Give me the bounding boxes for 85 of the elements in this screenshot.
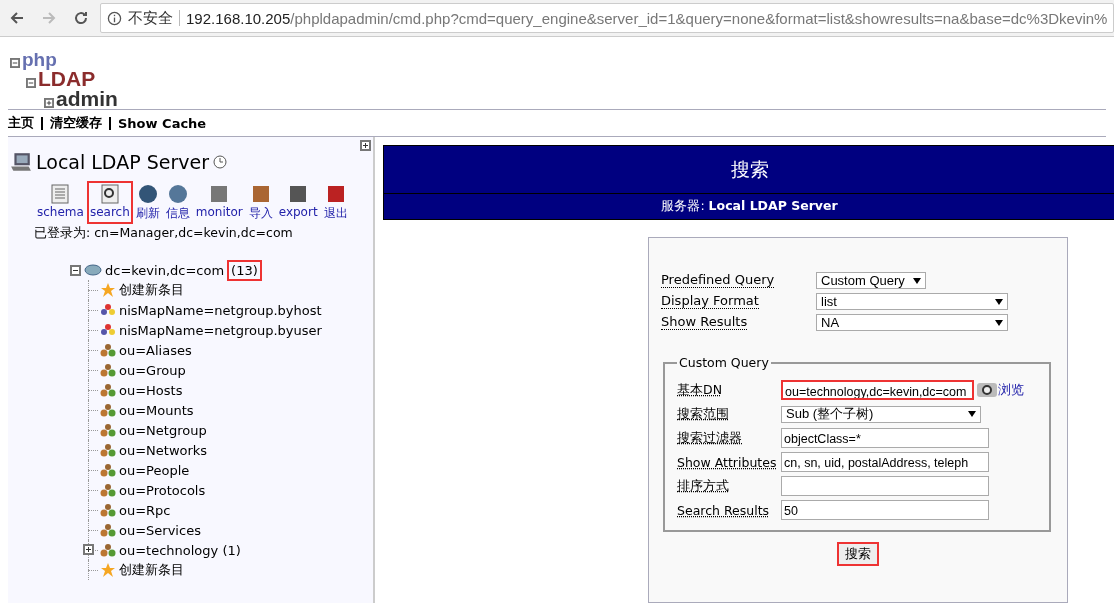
people-icon <box>100 422 116 438</box>
toolbar-button[interactable]: monitor <box>192 181 246 224</box>
field-label: Search Results <box>677 502 771 518</box>
tree-item[interactable]: ou=Netgroup <box>119 422 207 438</box>
caret-icon <box>968 410 976 418</box>
people-icon <box>100 462 116 478</box>
globe-icon <box>84 263 102 277</box>
people-icon <box>100 402 116 418</box>
browse-link[interactable]: 浏览 <box>998 381 1025 399</box>
caret-icon <box>995 318 1003 327</box>
field-label: Predefined Query <box>661 273 775 288</box>
people-icon <box>100 442 116 458</box>
tree-item[interactable]: ou=Rpc <box>119 502 171 518</box>
people-icon <box>100 382 116 398</box>
server-subtitle: 服务器: Local LDAP Server <box>660 197 839 215</box>
toolbar-button[interactable]: export <box>275 181 321 224</box>
star-icon <box>100 562 116 578</box>
input-field[interactable]: objectClass=* <box>781 428 989 448</box>
expand-icon[interactable] <box>360 140 371 151</box>
tree-item[interactable]: nisMapName=netgroup.byhost <box>119 302 322 318</box>
search-button[interactable]: 搜索 <box>837 542 879 566</box>
field-label: Show Attributes <box>677 454 778 470</box>
server-name: Local LDAP Server <box>36 151 209 173</box>
tree-item[interactable]: ou=Aliases <box>119 342 192 358</box>
dropdown[interactable]: Custom Query <box>816 272 926 289</box>
tree-item[interactable]: nisMapName=netgroup.byuser <box>119 322 322 338</box>
input-field[interactable]: ou=technology,dc=kevin,dc=com <box>781 380 975 400</box>
tree-item[interactable]: ou=Group <box>119 362 186 378</box>
tree-item[interactable]: dc=kevin,dc=com <box>105 262 225 278</box>
field-label: 排序方式 <box>677 477 730 495</box>
toolbar-button[interactable]: 信息 <box>162 181 193 224</box>
group-legend: Custom Query <box>677 355 771 370</box>
toolbar-button[interactable]: 刷新 <box>132 181 163 224</box>
field-label: 搜索过滤器 <box>677 429 743 447</box>
tree-item[interactable]: ou=technology (1) <box>119 542 241 558</box>
people-icon <box>100 362 116 378</box>
logged-in-text: 已登录为: cn=Manager,dc=kevin,dc=com <box>33 225 294 242</box>
expand-toggle[interactable] <box>83 544 94 555</box>
clock-icon <box>212 155 227 169</box>
people-icon <box>100 342 116 358</box>
people-icon <box>100 482 116 498</box>
tree-item[interactable]: ou=Mounts <box>119 402 194 418</box>
search-icon <box>98 183 121 205</box>
tree-item[interactable]: ou=Networks <box>119 442 208 458</box>
toolbar-button[interactable]: 退出 <box>320 181 351 224</box>
address-bar[interactable]: 不安全 192.168.10.205/phpldapadmin/cmd.php?cmd=query_engine&server_id=1&query=none&format=list&showresults=na&base=dc%3Dkevin% <box>100 3 1114 33</box>
url-text: 192.168.10.205/phpldapadmin/cmd.php?cmd=query_engine&server_id=1&query=none&format=list&showresults=na&base=dc%3Dkevin% <box>186 9 1108 27</box>
nav-link[interactable]: 主页 <box>8 114 34 132</box>
magnifier-icon[interactable] <box>976 381 999 399</box>
nav-link[interactable]: Show Cache <box>118 115 207 131</box>
field-label: Display Format <box>661 294 759 309</box>
people-icon <box>100 542 116 558</box>
tree-item[interactable]: 创建新条目 <box>119 561 184 579</box>
people-icon <box>100 322 116 338</box>
page-title: 搜索 <box>384 146 1114 194</box>
toolbar-button[interactable]: 导入 <box>245 181 276 224</box>
logo: php LDAP admin <box>0 37 120 109</box>
star-icon <box>100 282 116 298</box>
dropdown[interactable]: Sub (整个子树) <box>781 405 981 423</box>
tree-item[interactable]: ou=Hosts <box>119 382 183 398</box>
computer-icon <box>10 151 32 173</box>
field-label: Show Results <box>661 315 748 330</box>
caret-icon <box>913 276 921 285</box>
tree-item[interactable]: ou=Services <box>119 522 201 538</box>
people-icon <box>100 502 116 518</box>
people-icon <box>100 522 116 538</box>
dropdown[interactable]: list <box>816 293 1008 310</box>
field-label: 搜索范围 <box>677 405 730 423</box>
collapse-toggle[interactable] <box>70 264 81 276</box>
input-field[interactable]: cn, sn, uid, postalAddress, teleph <box>781 452 989 472</box>
toolbar-button[interactable]: schema <box>34 181 87 224</box>
field-label: 基本DN <box>677 381 723 399</box>
nav-link[interactable]: 清空缓存 <box>50 114 102 132</box>
tree-item[interactable]: ou=Protocols <box>119 482 206 498</box>
security-label: 不安全 <box>128 8 173 28</box>
tree-item[interactable]: 创建新条目 <box>119 281 184 299</box>
entry-count: (13) <box>227 259 262 281</box>
schema-icon <box>49 183 72 205</box>
toolbar-button[interactable]: search <box>86 181 133 224</box>
tree-item[interactable]: ou=People <box>119 462 190 478</box>
input-field[interactable] <box>781 476 989 496</box>
input-field[interactable]: 50 <box>781 500 989 520</box>
people-icon <box>100 302 116 318</box>
caret-icon <box>995 297 1003 306</box>
dropdown[interactable]: NA <box>816 314 1008 331</box>
